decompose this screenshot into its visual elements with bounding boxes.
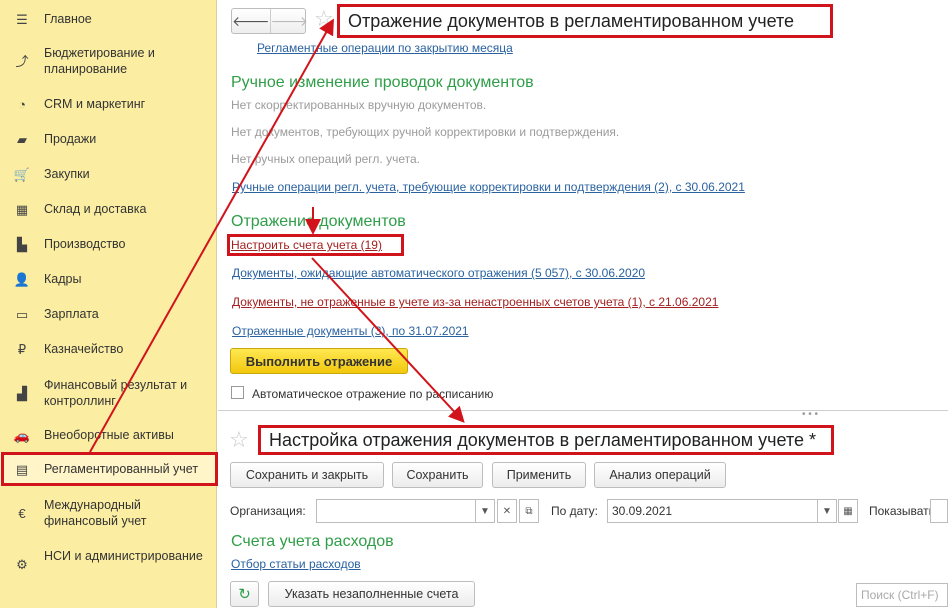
sidebar-item-label: Закупки [44, 167, 90, 181]
sidebar-item-fixed-assets[interactable]: 🚗 Внеоборотные активы [0, 426, 216, 444]
calendar-icon[interactable]: ▦ [838, 499, 858, 523]
organization-label: Организация: [230, 504, 306, 518]
sidebar-item-label: CRM и маркетинг [44, 97, 146, 111]
sidebar-item-financial-result[interactable]: ▟ Финансовый результат и контроллинг [0, 376, 216, 410]
back-arrow-icon[interactable]: 🡐 [232, 9, 270, 33]
euro-icon: € [18, 505, 26, 521]
forward-arrow-icon[interactable]: 🡒 [269, 9, 308, 33]
show-select[interactable] [930, 499, 948, 523]
sidebar-item-admin[interactable]: ⚙ НСИ и администрирование [0, 547, 216, 581]
auto-reflection-label: Автоматическое отражение по расписанию [252, 387, 494, 401]
dropdown-icon[interactable]: ▼ [475, 499, 495, 523]
person-icon: 👤 [13, 271, 31, 287]
reflected-docs-link[interactable]: Отраженные документы (3), по 31.07.2021 [232, 324, 469, 338]
sidebar-item-sales[interactable]: ▰ Продажи [0, 130, 216, 148]
sidebar-item-main[interactable]: ☰ Главное [0, 10, 216, 28]
sidebar-item-label: Продажи [44, 132, 97, 146]
sidebar-item-label: Производство [44, 237, 126, 251]
sidebar-item-hr[interactable]: 👤 Кадры [0, 270, 216, 288]
sidebar-item-label: Кадры [44, 272, 82, 286]
car-icon: 🚗 [13, 427, 31, 443]
save-button[interactable]: Сохранить [392, 462, 483, 488]
no-manual-ops-text: Нет ручных операций регл. учета. [231, 152, 420, 166]
manual-ops-link[interactable]: Ручные операции регл. учета, требующие к… [232, 180, 745, 194]
sidebar-item-label: Склад и доставка [44, 202, 147, 216]
sidebar-item-purchases[interactable]: 🛒 Закупки [0, 165, 216, 183]
finance-icon: ▟ [17, 385, 27, 401]
menu-icon: ☰ [16, 11, 28, 27]
breadcrumb-link[interactable]: Регламентные операции по закрытию месяца [257, 41, 513, 55]
dropdown-icon[interactable]: ▼ [817, 499, 837, 523]
awaiting-docs-link[interactable]: Документы, ожидающие автоматического отр… [232, 266, 645, 280]
date-input[interactable]: 30.09.2021 [607, 499, 818, 523]
show-label: Показывать: [869, 504, 939, 518]
sidebar-item-ifrs[interactable]: € Международный финансовый учет [0, 496, 216, 530]
warehouse-icon: ▦ [15, 201, 29, 217]
sales-bag-icon: ▰ [17, 131, 27, 147]
cart-icon: 🛒 [13, 166, 31, 182]
sidebar-item-label: Казначейство [44, 342, 124, 356]
section-reflection-title: Отражение документов [231, 213, 406, 230]
search-input[interactable]: Поиск (Ctrl+F) [856, 583, 948, 607]
favorite-star-icon[interactable]: ☆ [314, 8, 334, 30]
history-nav: 🡐 🡒 [231, 8, 308, 34]
page-title: Отражение документов в регламентированно… [337, 4, 833, 38]
crm-icon: ◔ [18, 96, 26, 112]
treasury-icon: ₽ [17, 341, 27, 357]
sidebar-item-warehouse[interactable]: ▦ Склад и доставка [0, 200, 216, 218]
favorite-star-icon[interactable]: ☆ [229, 429, 249, 451]
pane-divider[interactable] [218, 410, 948, 411]
sidebar-item-treasury[interactable]: ₽ Казначейство [0, 340, 216, 358]
sidebar-item-production[interactable]: ▙ Производство [0, 235, 216, 253]
sidebar-item-label: Главное [44, 12, 92, 26]
sidebar-item-budgeting[interactable]: ⤴ Бюджетирование и планирование [0, 44, 216, 78]
sidebar-item-label: НСИ и администрирование [44, 549, 203, 563]
salary-icon: ▭ [15, 306, 29, 322]
open-icon[interactable]: ⧉ [519, 499, 539, 523]
auto-reflection-checkbox[interactable] [231, 386, 244, 399]
save-and-close-button[interactable]: Сохранить и закрыть [230, 462, 384, 488]
sidebar-highlight-box [1, 452, 218, 486]
configure-accounts-link[interactable]: Настроить счета учета (19) [231, 238, 382, 252]
date-label: По дату: [551, 504, 599, 518]
sidebar-item-salary[interactable]: ▭ Зарплата [0, 305, 216, 323]
expense-accounts-title: Счета учета расходов [231, 533, 394, 550]
expense-filter-link[interactable]: Отбор статьи расходов [231, 557, 361, 571]
budget-icon: ⤴ [15, 53, 29, 69]
sidebar-item-crm[interactable]: ◔ CRM и маркетинг [0, 95, 216, 113]
no-corrected-docs-text: Нет скорректированных вручную документов… [231, 98, 487, 112]
no-docs-requiring-correction-text: Нет документов, требующих ручной коррект… [231, 125, 620, 139]
section-manual-changes-title: Ручное изменение проводок документов [231, 74, 534, 91]
sidebar-item-label: Внеоборотные активы [44, 428, 174, 442]
clear-icon[interactable]: ✕ [497, 499, 517, 523]
apply-button[interactable]: Применить [492, 462, 586, 488]
analyze-operations-button[interactable]: Анализ операций [594, 462, 726, 488]
factory-icon: ▙ [17, 236, 27, 252]
fill-unfilled-accounts-button[interactable]: Указать незаполненные счета [268, 581, 475, 607]
sidebar: ☰ Главное ⤴ Бюджетирование и планировани… [0, 0, 218, 608]
sidebar-item-label: Бюджетирование и планирование [44, 46, 155, 76]
settings-form-title: Настройка отражения документов в регламе… [258, 425, 834, 455]
sidebar-item-label: Зарплата [44, 307, 99, 321]
gear-icon: ⚙ [16, 556, 28, 572]
execute-reflection-button[interactable]: Выполнить отражение [230, 348, 408, 374]
refresh-button[interactable]: ↻ [230, 581, 259, 607]
refresh-icon: ↻ [238, 586, 251, 603]
not-reflected-docs-link[interactable]: Документы, не отраженные в учете из-за н… [232, 295, 718, 309]
sidebar-item-label: Финансовый результат и контроллинг [44, 378, 188, 408]
sidebar-item-label: Международный финансовый учет [44, 498, 147, 528]
organization-input[interactable] [316, 499, 476, 523]
